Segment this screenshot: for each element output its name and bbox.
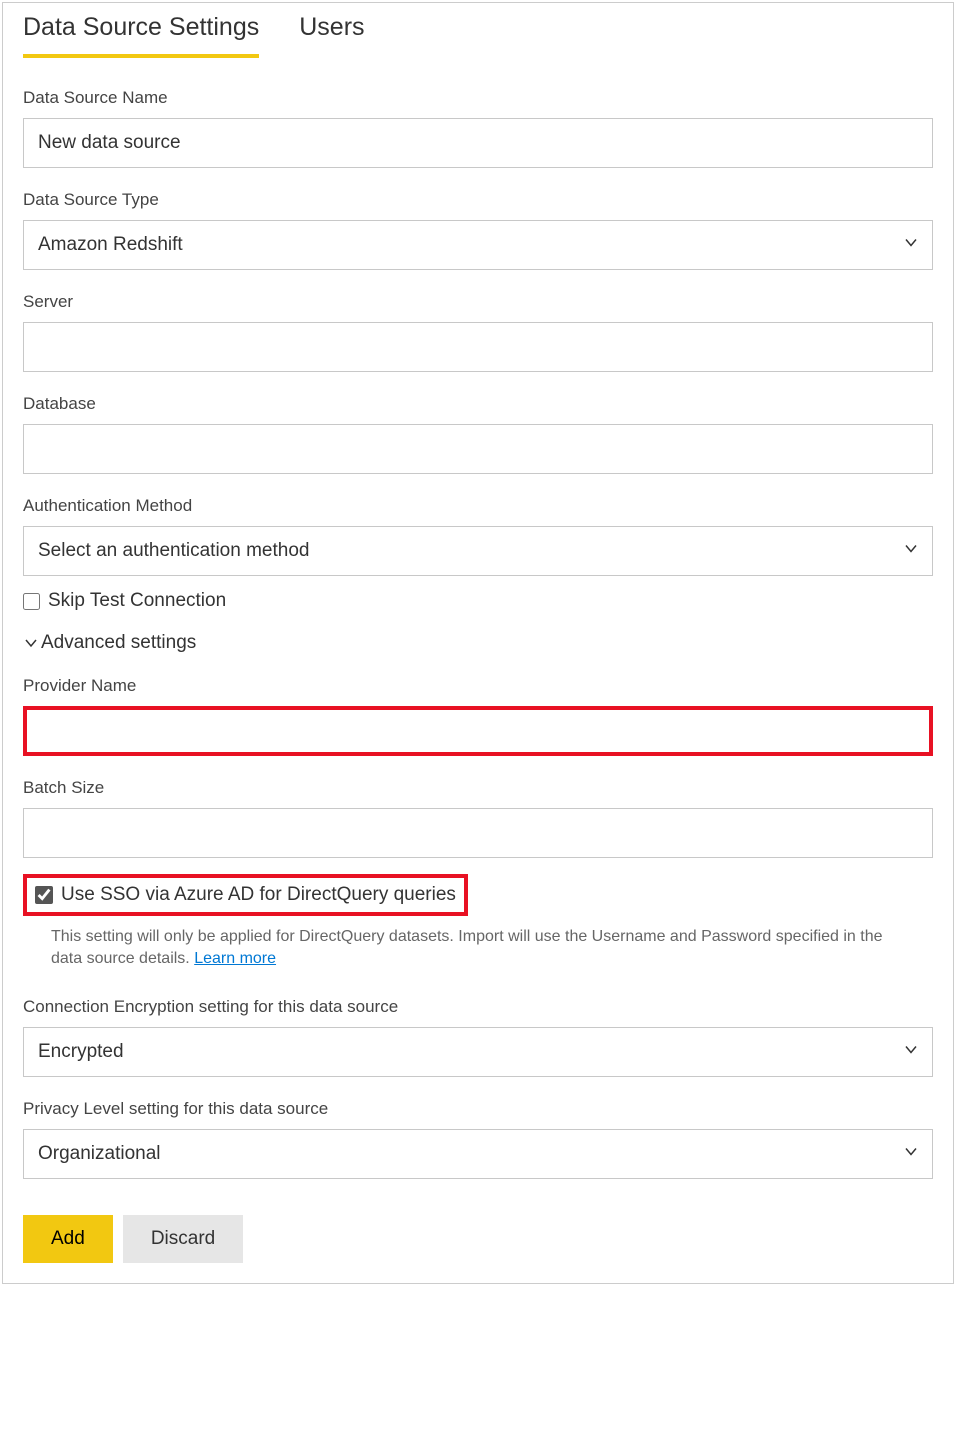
help-text-sso: This setting will only be applied for Di… (23, 926, 933, 971)
field-database: Database (23, 394, 933, 474)
select-auth-method[interactable]: Select an authentication method (23, 526, 933, 576)
field-batch-size: Batch Size (23, 778, 933, 858)
label-database: Database (23, 394, 933, 414)
label-auth-method: Authentication Method (23, 496, 933, 516)
select-connection-encryption[interactable]: Encrypted (23, 1027, 933, 1077)
select-privacy-level[interactable]: Organizational (23, 1129, 933, 1179)
toggle-advanced-settings[interactable]: Advanced settings (23, 632, 933, 654)
input-batch-size[interactable] (23, 808, 933, 858)
checkbox-sso-azure-ad[interactable] (35, 886, 53, 904)
input-database[interactable] (23, 424, 933, 474)
label-provider-name: Provider Name (23, 676, 933, 696)
row-sso-azure-ad: Use SSO via Azure AD for DirectQuery que… (23, 874, 468, 916)
label-data-source-type: Data Source Type (23, 190, 933, 210)
row-skip-test-connection: Skip Test Connection (23, 590, 933, 612)
button-row: Add Discard (23, 1215, 933, 1263)
label-advanced-settings: Advanced settings (41, 632, 196, 654)
label-data-source-name: Data Source Name (23, 88, 933, 108)
checkbox-skip-test-connection[interactable] (23, 593, 40, 610)
field-auth-method: Authentication Method Select an authenti… (23, 496, 933, 576)
field-connection-encryption: Connection Encryption setting for this d… (23, 997, 933, 1077)
field-privacy-level: Privacy Level setting for this data sour… (23, 1099, 933, 1179)
field-server: Server (23, 292, 933, 372)
tab-data-source-settings[interactable]: Data Source Settings (23, 13, 259, 58)
tab-users[interactable]: Users (299, 13, 364, 58)
input-provider-name[interactable] (23, 706, 933, 756)
field-data-source-type: Data Source Type Amazon Redshift (23, 190, 933, 270)
chevron-down-icon (23, 635, 39, 651)
field-provider-name: Provider Name (23, 676, 933, 756)
form-area: Data Source Name Data Source Type Amazon… (3, 58, 953, 1283)
input-server[interactable] (23, 322, 933, 372)
label-connection-encryption: Connection Encryption setting for this d… (23, 997, 933, 1017)
discard-button[interactable]: Discard (123, 1215, 243, 1263)
input-data-source-name[interactable] (23, 118, 933, 168)
data-source-panel: Data Source Settings Users Data Source N… (2, 2, 954, 1284)
add-button[interactable]: Add (23, 1215, 113, 1263)
label-server: Server (23, 292, 933, 312)
label-sso-azure-ad: Use SSO via Azure AD for DirectQuery que… (61, 884, 456, 906)
field-data-source-name: Data Source Name (23, 88, 933, 168)
label-skip-test-connection: Skip Test Connection (48, 590, 226, 612)
tab-bar: Data Source Settings Users (3, 3, 953, 58)
label-privacy-level: Privacy Level setting for this data sour… (23, 1099, 933, 1119)
label-batch-size: Batch Size (23, 778, 933, 798)
select-data-source-type[interactable]: Amazon Redshift (23, 220, 933, 270)
link-learn-more[interactable]: Learn more (194, 950, 276, 967)
